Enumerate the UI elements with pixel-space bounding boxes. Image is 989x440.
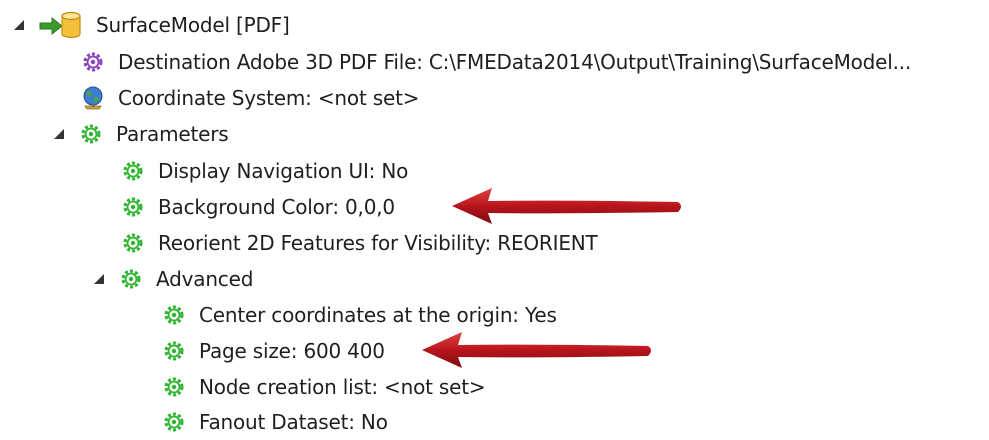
tree-node-advanced[interactable]: Advanced [90, 261, 253, 297]
tree-node-label: Advanced [156, 267, 254, 291]
tree-node-label: Page size: 600 400 [199, 339, 385, 363]
green-gear-icon [78, 121, 104, 147]
tree-node-parameters[interactable]: Parameters [50, 116, 229, 152]
tree-node-fanout-dataset[interactable]: Fanout Dataset: No [161, 404, 388, 440]
green-gear-icon [161, 302, 187, 328]
feature-type-database-icon [38, 11, 84, 39]
tree-node-label: Display Navigation UI: No [158, 159, 409, 183]
green-gear-icon [120, 194, 146, 220]
green-gear-icon [120, 158, 146, 184]
purple-gear-icon [80, 49, 106, 75]
tree-node-label: SurfaceModel [PDF] [96, 13, 290, 37]
tree-node-display-navigation-ui[interactable]: Display Navigation UI: No [120, 153, 408, 189]
tree-node-coordinate-system[interactable]: Coordinate System: <not set> [80, 80, 419, 116]
green-gear-icon [161, 374, 187, 400]
tree-node-surfacemodel[interactable]: SurfaceModel [PDF] [10, 7, 290, 43]
tree-node-center-coordinates[interactable]: Center coordinates at the origin: Yes [161, 297, 557, 333]
green-gear-icon [120, 230, 146, 256]
green-gear-icon [161, 338, 187, 364]
tree-node-label: Fanout Dataset: No [199, 410, 388, 434]
tree-node-label: Node creation list: <not set> [199, 375, 486, 399]
tree-node-label: Parameters [116, 122, 229, 146]
tree-node-destination[interactable]: Destination Adobe 3D PDF File: C:\FMEDat… [80, 44, 911, 80]
green-gear-icon [118, 266, 144, 292]
collapse-toggle-icon[interactable] [90, 270, 108, 288]
annotation-arrow-background-color [452, 188, 681, 224]
tree-node-reorient-2d-features[interactable]: Reorient 2D Features for Visibility: REO… [120, 225, 598, 261]
green-gear-icon [161, 409, 187, 435]
tree-node-label: Destination Adobe 3D PDF File: C:\FMEDat… [118, 50, 912, 74]
globe-icon [80, 85, 106, 111]
tree-node-label: Background Color: 0,0,0 [158, 195, 395, 219]
collapse-toggle-icon[interactable] [50, 125, 68, 143]
tree-node-page-size[interactable]: Page size: 600 400 [161, 333, 385, 369]
collapse-toggle-icon[interactable] [10, 16, 28, 34]
tree-node-background-color[interactable]: Background Color: 0,0,0 [120, 189, 395, 225]
tree-node-label: Coordinate System: <not set> [118, 86, 420, 110]
feature-type-tree: SurfaceModel [PDF] Destination Adobe 3D … [0, 0, 989, 434]
tree-node-label: Center coordinates at the origin: Yes [199, 303, 557, 327]
tree-node-label: Reorient 2D Features for Visibility: REO… [158, 231, 598, 255]
tree-node-node-creation-list[interactable]: Node creation list: <not set> [161, 369, 486, 405]
